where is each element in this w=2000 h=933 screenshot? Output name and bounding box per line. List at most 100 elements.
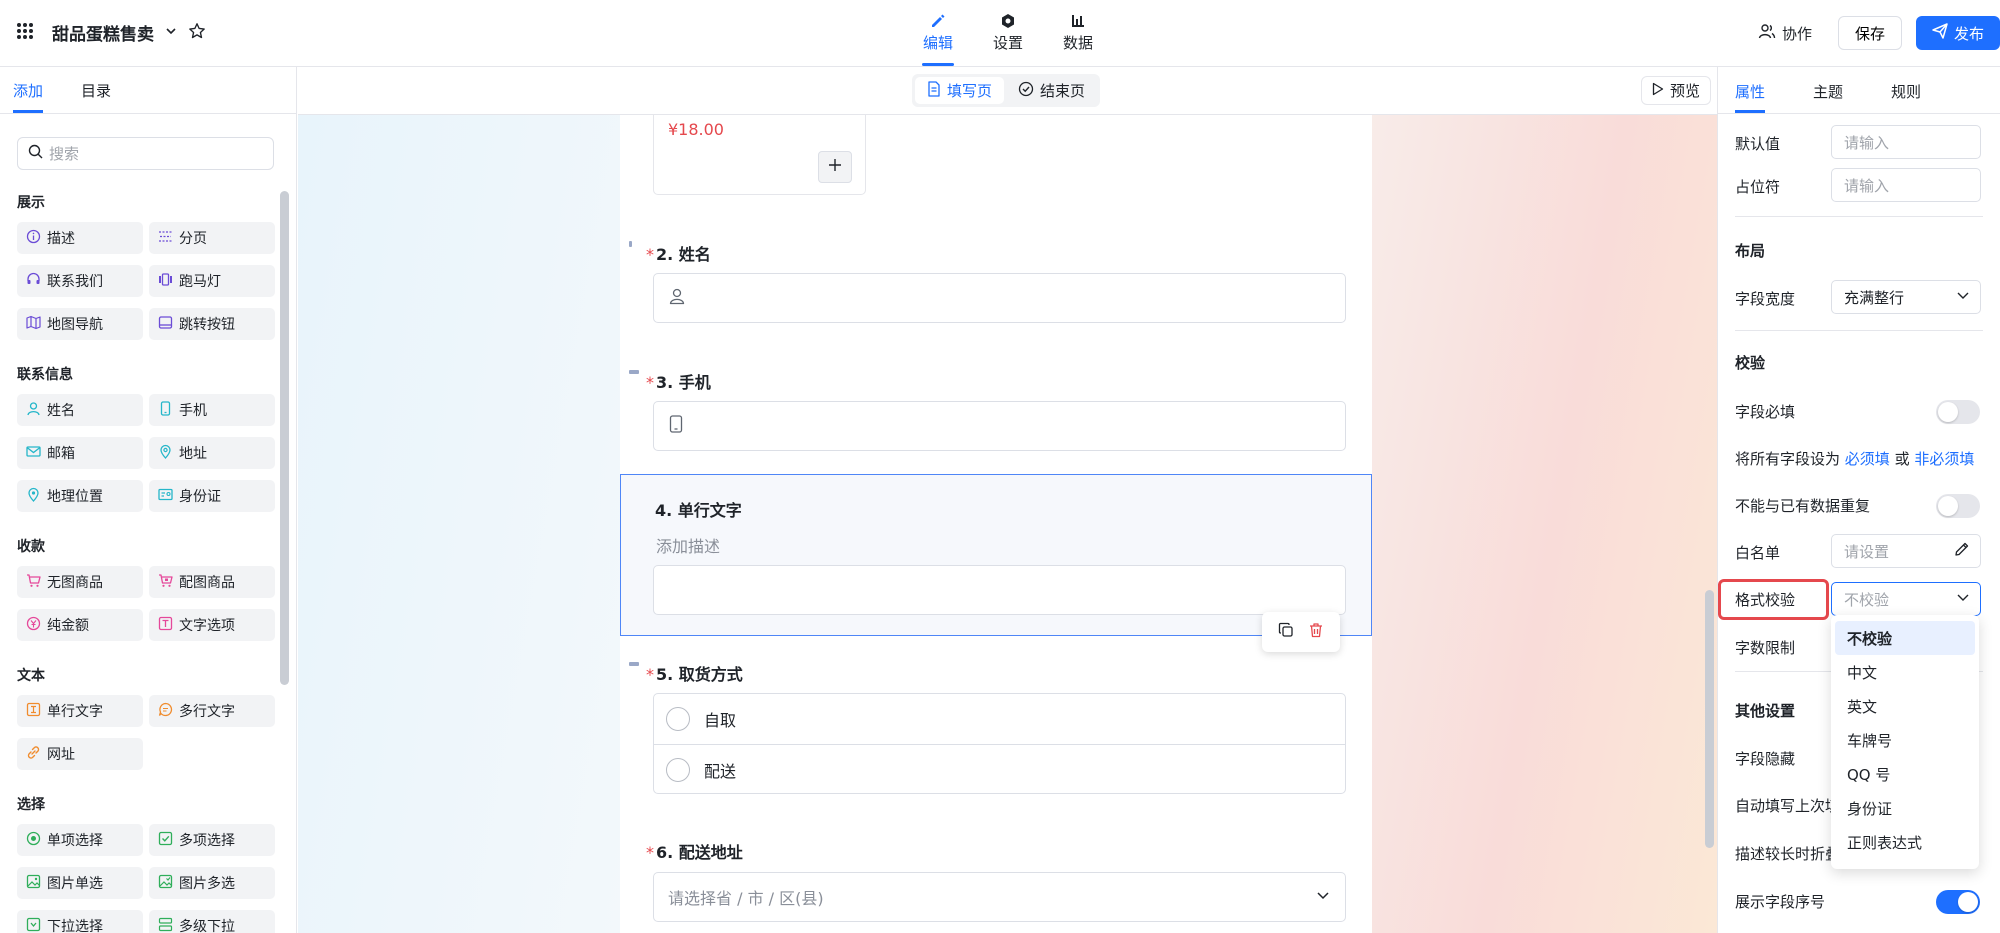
palette-item-phone[interactable]: 手机 [149,394,275,426]
question-description[interactable]: 添加描述 [656,533,720,557]
format-check-label: 格式校验 [1735,591,1796,609]
palette-item-label: 分页 [179,231,207,247]
palette-item-label: 配图商品 [179,575,235,591]
palette-item-name[interactable]: 姓名 [17,394,143,426]
tab-theme[interactable]: 主题 [1813,81,1843,102]
preview-button[interactable]: 预览 [1640,76,1711,105]
palette-item-id-card[interactable]: 身份证 [149,480,275,512]
char-limit-label: 字数限制 [1735,639,1796,657]
fill-page-button[interactable]: 填写页 [915,77,1005,104]
placeholder-input-placeholder: 请输入 [1844,176,1890,195]
cart-image-icon [158,573,173,592]
trash-icon[interactable] [1308,622,1324,642]
palette-item-pagination[interactable]: 分页 [149,222,275,254]
layout-heading: 布局 [1735,242,1766,260]
name-input[interactable] [653,273,1346,323]
palette-item-label: 地图导航 [47,317,103,333]
tab-outline[interactable]: 目录 [81,80,111,101]
tab-properties[interactable]: 属性 [1735,81,1765,102]
question-title: 4. 单行文字 [655,501,742,520]
search-input[interactable]: 搜索 [17,137,274,170]
publish-button[interactable]: 发布 [1916,16,2000,50]
pin-icon [26,487,41,506]
no-duplicate-label: 不能与已有数据重复 [1735,497,1871,515]
field-width-select[interactable]: 充满整行 [1831,280,1981,314]
apps-grid-icon[interactable] [16,22,34,44]
no-duplicate-toggle[interactable] [1936,494,1980,518]
dropdown-option[interactable]: 英文 [1835,689,1975,723]
tab-rules[interactable]: 规则 [1891,81,1921,102]
tab-edit[interactable]: 编辑 [918,10,958,53]
palette-item-email[interactable]: 邮箱 [17,437,143,469]
phone-input[interactable] [653,401,1346,451]
palette-item-text-option[interactable]: 文字选项 [149,609,275,641]
dropdown-option[interactable]: 正则表达式 [1835,825,1975,859]
dropdown-option[interactable]: 车牌号 [1835,723,1975,757]
palette-item-dropdown[interactable]: 下拉选择 [17,910,143,933]
tab-add[interactable]: 添加 [13,80,43,101]
palette-item-multi-choice[interactable]: 多项选择 [149,824,275,856]
palette-item-multi-line-text[interactable]: 多行文字 [149,695,275,727]
palette-item-product-no-image[interactable]: 无图商品 [17,566,143,598]
set-all-not-required-link[interactable]: 非必须填 [1914,450,1974,468]
info-icon [26,229,41,248]
palette-item-label: 手机 [179,403,207,419]
star-icon[interactable] [188,22,206,44]
save-button[interactable]: 保存 [1837,16,1902,50]
dropdown-option[interactable]: 身份证 [1835,791,1975,825]
palette-item-amount[interactable]: 纯金额 [17,609,143,641]
left-scrollbar[interactable] [280,191,289,685]
address-select[interactable]: 请选择省 / 市 / 区(县) [653,872,1346,922]
palette-item-marquee[interactable]: 跑马灯 [149,265,275,297]
palette-item-geo-location[interactable]: 地理位置 [17,480,143,512]
palette-item-label: 地址 [179,446,207,462]
radio-button[interactable] [666,707,690,731]
palette-item-single-choice[interactable]: 单项选择 [17,824,143,856]
checkbox-icon [158,831,173,850]
palette-item-map-nav[interactable]: 地图导航 [17,308,143,340]
collab-button[interactable]: 协作 [1746,22,1824,44]
end-page-button[interactable]: 结束页 [1006,77,1097,104]
radio-option-delivery[interactable]: 配送 [654,744,1345,794]
show-index-toggle[interactable] [1936,890,1980,914]
palette-item-description[interactable]: 描述 [17,222,143,254]
set-all-required-link[interactable]: 必须填 [1845,450,1890,468]
radio-option-pickup[interactable]: 自取 [654,694,1345,744]
fill-page-label: 填写页 [947,82,993,100]
canvas-scrollbar[interactable] [1705,590,1714,848]
palette-item-image-single-choice[interactable]: 图片单选 [17,867,143,899]
palette-item-contact-us[interactable]: 联系我们 [17,265,143,297]
tab-data[interactable]: 数据 [1058,10,1098,53]
format-check-select[interactable]: 不校验 [1831,582,1981,616]
drag-handle[interactable] [629,241,632,247]
drag-handle[interactable] [629,370,639,374]
palette-item-product-with-image[interactable]: 配图商品 [149,566,275,598]
add-to-cart-button[interactable] [818,151,852,183]
default-value-input[interactable]: 请输入 [1831,125,1981,159]
radio-option-label: 配送 [704,761,737,781]
copy-icon[interactable] [1278,622,1294,642]
single-line-input[interactable] [653,565,1346,615]
dropdown-option[interactable]: QQ 号 [1835,757,1975,791]
chevron-down-icon [1956,590,1970,608]
dropdown-option[interactable]: 不校验 [1835,621,1975,655]
palette-item-jump-button[interactable]: 跳转按钮 [149,308,275,340]
required-field-toggle[interactable] [1936,400,1980,424]
placeholder-input[interactable]: 请输入 [1831,168,1981,202]
palette-item-label: 网址 [47,747,75,763]
radio-button[interactable] [666,757,690,782]
palette-item-url[interactable]: 网址 [17,738,143,770]
dropdown-option[interactable]: 中文 [1835,655,1975,689]
palette-item-cascade-dropdown[interactable]: 多级下拉 [149,910,275,933]
collab-label: 协作 [1781,24,1812,43]
chevron-down-icon[interactable] [164,24,178,42]
mail-icon [26,444,41,463]
whitelist-input[interactable]: 请设置 [1831,534,1981,568]
palette-item-single-line-text[interactable]: 单行文字 [17,695,143,727]
product-card[interactable]: ¥18.00 [653,115,866,195]
validation-heading: 校验 [1735,354,1766,372]
palette-item-address[interactable]: 地址 [149,437,275,469]
palette-item-image-multi-choice[interactable]: 图片多选 [149,867,275,899]
tab-settings[interactable]: 设置 [988,10,1028,53]
drag-handle[interactable] [629,662,639,666]
